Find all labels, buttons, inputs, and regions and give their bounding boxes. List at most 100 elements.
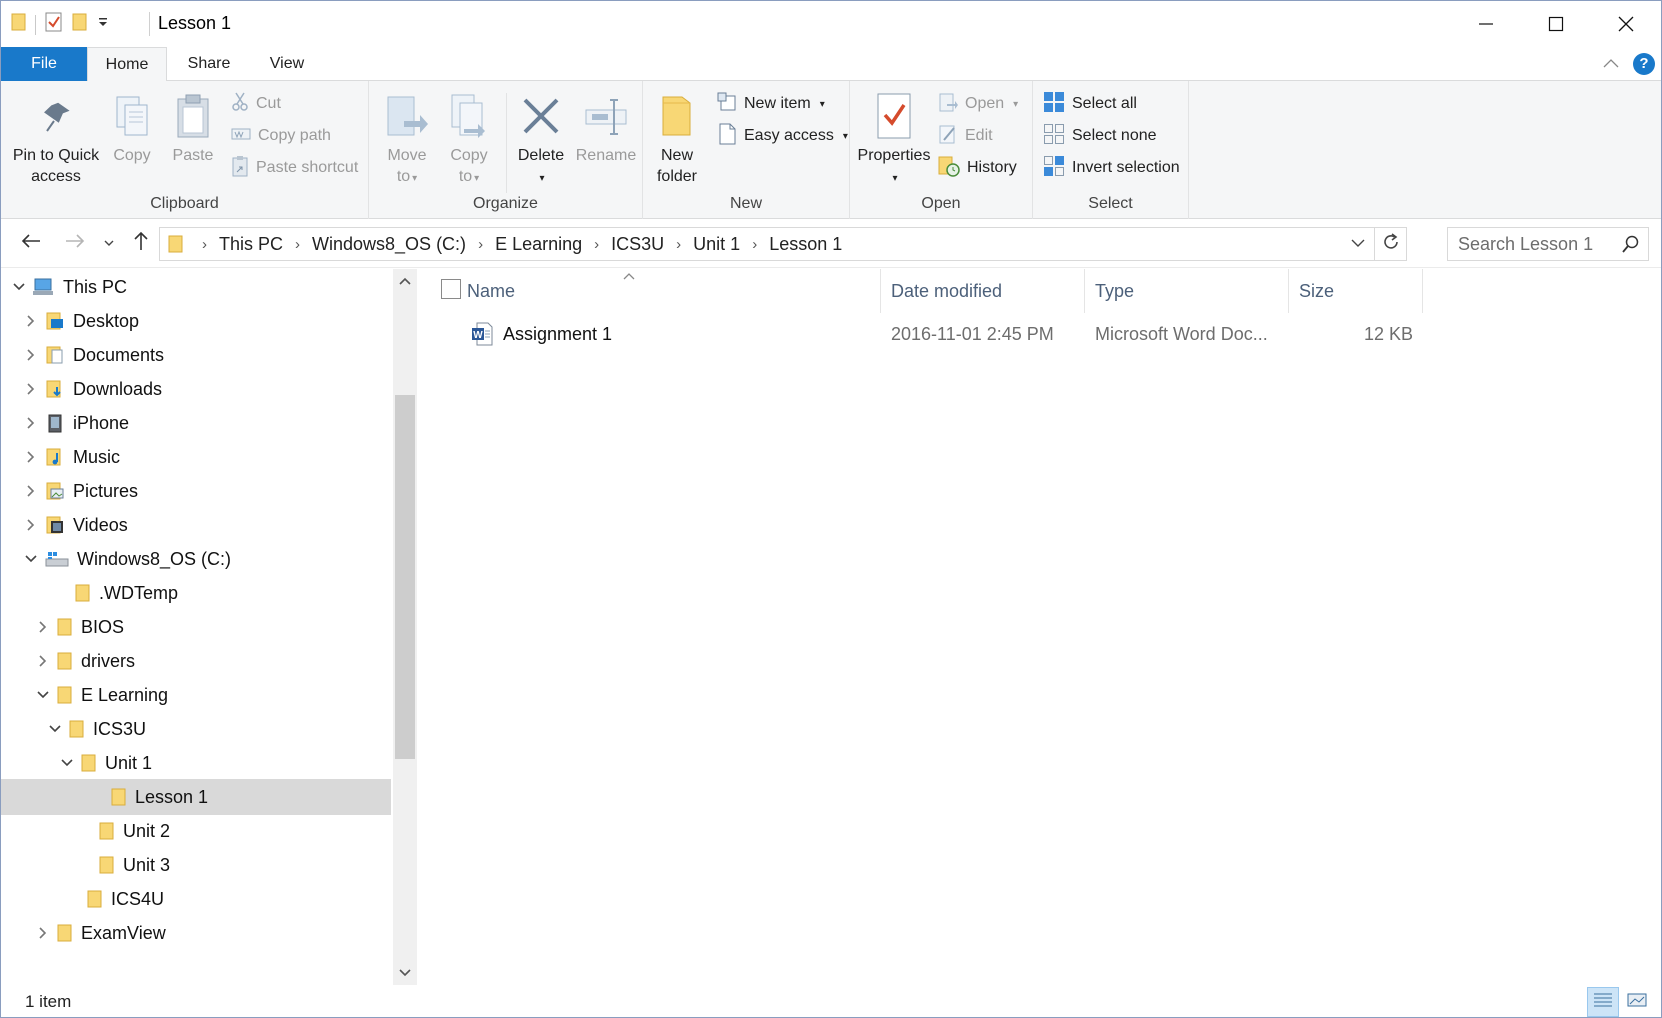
address-history-dropdown[interactable] bbox=[1342, 228, 1374, 260]
minimize-button[interactable] bbox=[1451, 1, 1521, 47]
new-item-button[interactable]: New item ▾ bbox=[717, 91, 825, 117]
chevron-right-icon[interactable] bbox=[23, 451, 39, 463]
recent-locations-button[interactable] bbox=[99, 230, 119, 256]
easy-access-button[interactable]: Easy access ▾ bbox=[717, 123, 848, 149]
new-folder-quick-icon[interactable] bbox=[72, 12, 88, 37]
chevron-right-icon[interactable] bbox=[23, 485, 39, 497]
chevron-down-icon[interactable] bbox=[59, 759, 75, 767]
refresh-button[interactable] bbox=[1374, 228, 1406, 260]
chevron-right-icon[interactable] bbox=[35, 621, 51, 633]
invert-selection-button[interactable]: Invert selection bbox=[1043, 155, 1180, 181]
copy-path-button[interactable]: Copy path bbox=[231, 123, 331, 149]
scroll-down-icon[interactable] bbox=[393, 961, 417, 985]
organize-group-label: Organize bbox=[473, 195, 538, 212]
scroll-up-icon[interactable] bbox=[393, 269, 417, 293]
paste-button[interactable]: Paste bbox=[165, 87, 221, 166]
pin-to-quick-access-button[interactable]: Pin to Quick access bbox=[9, 87, 103, 187]
scrollbar-thumb[interactable] bbox=[395, 395, 415, 759]
breadcrumb-unit-1[interactable]: Unit 1 bbox=[693, 234, 740, 255]
new-folder-button[interactable]: New folder bbox=[649, 87, 705, 187]
tree-item-unit-2[interactable]: Unit 2 bbox=[1, 813, 393, 849]
column-header-size[interactable]: Size bbox=[1289, 269, 1423, 313]
maximize-button[interactable] bbox=[1521, 1, 1591, 47]
tree-item-downloads[interactable]: Downloads bbox=[1, 371, 393, 407]
breadcrumb-ics3u[interactable]: ICS3U bbox=[611, 234, 664, 255]
tree-item-videos[interactable]: Videos bbox=[1, 507, 393, 543]
chevron-right-icon[interactable] bbox=[23, 315, 39, 327]
chevron-right-icon[interactable] bbox=[23, 417, 39, 429]
properties-quick-icon[interactable] bbox=[44, 11, 64, 38]
paste-label: Paste bbox=[172, 147, 214, 164]
tree-item-ics3u[interactable]: ICS3U bbox=[1, 711, 393, 747]
select-none-button[interactable]: Select none bbox=[1043, 123, 1157, 149]
edit-button[interactable]: Edit bbox=[938, 123, 993, 149]
tree-item-drivers[interactable]: drivers bbox=[1, 643, 393, 679]
column-header-date-modified[interactable]: Date modified bbox=[881, 269, 1085, 313]
pictures-folder-icon bbox=[45, 481, 65, 501]
chevron-right-icon[interactable] bbox=[23, 349, 39, 361]
cut-button[interactable]: Cut bbox=[231, 91, 281, 117]
tree-item-unit-1[interactable]: Unit 1 bbox=[1, 745, 393, 781]
collapse-ribbon-icon[interactable] bbox=[1603, 55, 1619, 73]
large-icons-view-button[interactable] bbox=[1621, 987, 1653, 1017]
close-button[interactable] bbox=[1591, 1, 1661, 47]
search-box[interactable]: Search Lesson 1 bbox=[1447, 227, 1649, 261]
move-to-button[interactable]: Move to ▾ bbox=[379, 87, 435, 189]
up-button[interactable] bbox=[127, 230, 155, 256]
chevron-right-icon[interactable] bbox=[35, 655, 51, 667]
tree-item-documents[interactable]: Documents bbox=[1, 337, 393, 373]
chevron-down-icon[interactable] bbox=[47, 725, 63, 733]
tree-label: iPhone bbox=[73, 412, 130, 433]
breadcrumb-windows8-os[interactable]: Windows8_OS (C:) bbox=[312, 234, 466, 255]
breadcrumb-this-pc[interactable]: This PC bbox=[219, 234, 283, 255]
tree-item-examview[interactable]: ExamView bbox=[1, 915, 393, 951]
delete-x-icon bbox=[511, 87, 571, 145]
tab-view[interactable]: View bbox=[251, 47, 323, 81]
navigation-scrollbar[interactable] bbox=[393, 269, 417, 985]
tree-item-pictures[interactable]: Pictures bbox=[1, 473, 393, 509]
tree-item-music[interactable]: Music bbox=[1, 439, 393, 475]
tree-item-windows8-os[interactable]: Windows8_OS (C:) bbox=[1, 541, 393, 577]
tab-home[interactable]: Home bbox=[87, 47, 167, 82]
tree-item-iphone[interactable]: iPhone bbox=[1, 405, 393, 441]
forward-button[interactable] bbox=[61, 230, 89, 256]
chevron-right-icon[interactable] bbox=[23, 383, 39, 395]
ribbon-home: Pin to Quick access Copy Paste Cut Copy … bbox=[1, 81, 1661, 219]
column-header-type[interactable]: Type bbox=[1085, 269, 1289, 313]
help-icon[interactable]: ? bbox=[1633, 53, 1655, 75]
tab-file[interactable]: File bbox=[1, 47, 87, 81]
tree-item-wdtemp[interactable]: .WDTemp bbox=[1, 575, 393, 611]
breadcrumb-lesson-1[interactable]: Lesson 1 bbox=[769, 234, 842, 255]
details-view-button[interactable] bbox=[1587, 987, 1619, 1017]
chevron-right-icon[interactable] bbox=[23, 519, 39, 531]
open-button[interactable]: Open ▾ bbox=[938, 91, 1018, 117]
tree-item-this-pc[interactable]: This PC bbox=[1, 269, 393, 305]
column-header-name[interactable]: Name bbox=[457, 269, 881, 313]
chevron-right-icon[interactable] bbox=[35, 927, 51, 939]
customize-toolbar-icon[interactable] bbox=[96, 15, 110, 34]
properties-button[interactable]: Properties ▾ bbox=[856, 87, 932, 189]
tree-item-ics4u[interactable]: ICS4U bbox=[1, 881, 393, 917]
tree-item-e-learning[interactable]: E Learning bbox=[1, 677, 393, 713]
tree-item-lesson-1[interactable]: Lesson 1 bbox=[1, 779, 391, 815]
paste-shortcut-button[interactable]: Paste shortcut bbox=[231, 155, 358, 181]
select-all-button[interactable]: Select all bbox=[1043, 91, 1137, 117]
chevron-down-icon[interactable] bbox=[11, 283, 27, 291]
back-button[interactable] bbox=[17, 230, 45, 256]
rename-button[interactable]: Rename bbox=[573, 87, 639, 166]
tree-item-unit-3[interactable]: Unit 3 bbox=[1, 847, 393, 883]
chevron-down-icon[interactable] bbox=[35, 691, 51, 699]
copy-to-button[interactable]: Copy to ▾ bbox=[441, 87, 497, 189]
chevron-down-icon[interactable] bbox=[23, 555, 39, 563]
copy-button[interactable]: Copy bbox=[105, 87, 159, 166]
history-button[interactable]: History bbox=[938, 155, 1017, 181]
tree-item-desktop[interactable]: Desktop bbox=[1, 303, 393, 339]
address-bar[interactable]: › This PC › Windows8_OS (C:) › E Learnin… bbox=[159, 227, 1407, 261]
search-icon[interactable] bbox=[1622, 235, 1640, 258]
tab-share[interactable]: Share bbox=[167, 47, 251, 81]
delete-button[interactable]: Delete ▾ bbox=[511, 87, 571, 189]
tree-item-bios[interactable]: BIOS bbox=[1, 609, 393, 645]
open-group-label: Open bbox=[921, 195, 961, 212]
breadcrumb-e-learning[interactable]: E Learning bbox=[495, 234, 582, 255]
file-row[interactable]: W Assignment 1 2016-11-01 2:45 PM Micros… bbox=[419, 317, 1429, 351]
